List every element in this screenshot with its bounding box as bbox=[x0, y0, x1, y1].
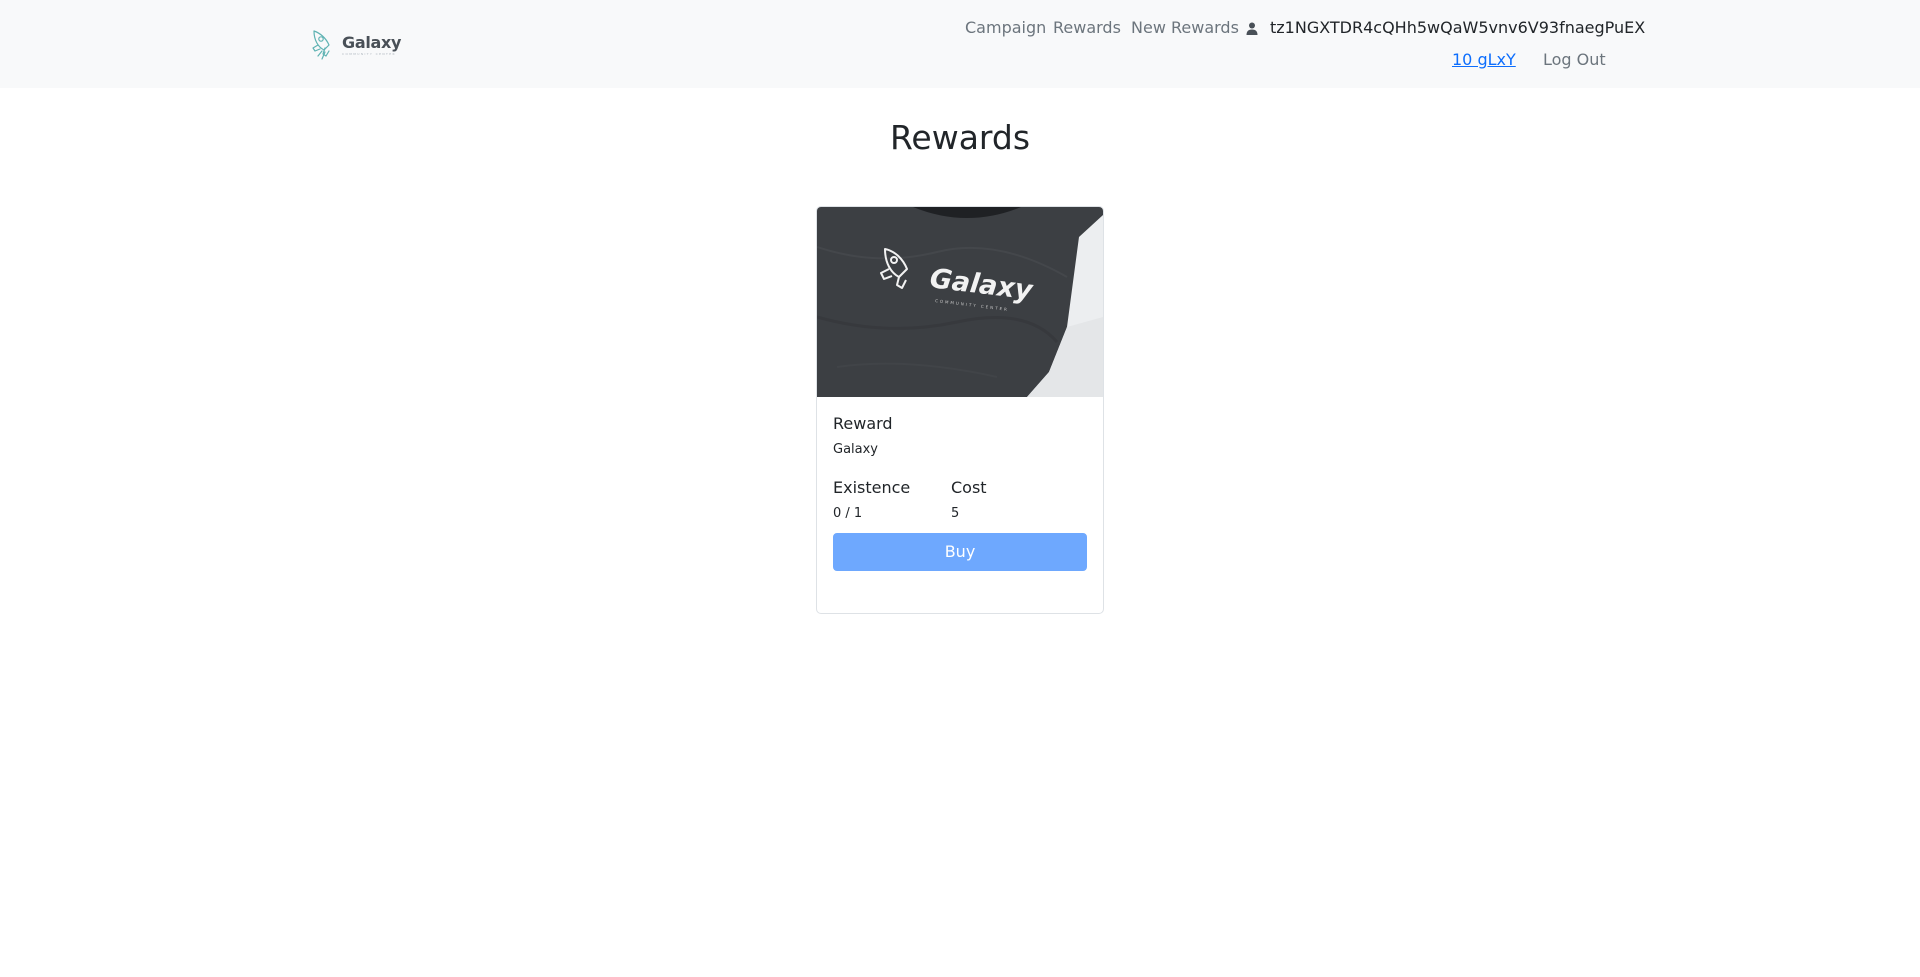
cost-value: 5 bbox=[951, 506, 960, 521]
cost-label: Cost bbox=[951, 478, 987, 497]
logout-link[interactable]: Log Out bbox=[1543, 49, 1606, 71]
account-nav: 10 gLxY Log Out bbox=[0, 49, 1920, 71]
reward-title: Reward bbox=[833, 414, 893, 433]
nav-link-rewards[interactable]: Rewards bbox=[1053, 17, 1121, 39]
reward-card: Galaxy COMMUNITY CENTER Reward Galaxy Ex… bbox=[816, 206, 1104, 614]
reward-image: Galaxy COMMUNITY CENTER bbox=[817, 207, 1103, 397]
user-account[interactable]: tz1NGXTDR4cQHh5wQaW5vnv6V93fnaegPuEX bbox=[1246, 17, 1645, 39]
balance-link[interactable]: 10 gLxY bbox=[1452, 49, 1516, 71]
nav-link-campaign[interactable]: Campaign bbox=[965, 17, 1046, 39]
reward-stats: Existence 0 / 1 Cost 5 bbox=[833, 477, 1087, 523]
reward-subtitle: Galaxy bbox=[833, 442, 879, 457]
reward-card-body: Reward Galaxy Existence 0 / 1 Cost 5 Buy bbox=[833, 413, 1087, 571]
main-nav: Campaign Rewards New Rewards tz1NGXTDR4c… bbox=[0, 17, 1920, 39]
nav-link-new-rewards[interactable]: New Rewards bbox=[1131, 17, 1239, 39]
wallet-address: tz1NGXTDR4cQHh5wQaW5vnv6V93fnaegPuEX bbox=[1270, 18, 1646, 37]
page-title: Rewards bbox=[889, 118, 1031, 157]
existence-stat: Existence 0 / 1 bbox=[833, 477, 951, 523]
buy-button[interactable]: Buy bbox=[833, 533, 1087, 571]
existence-label: Existence bbox=[833, 478, 911, 497]
navbar: Galaxy COMMUNITY CENTER Campaign Rewards… bbox=[0, 0, 1920, 88]
cost-stat: Cost 5 bbox=[951, 477, 1069, 523]
user-icon bbox=[1246, 22, 1258, 35]
existence-value: 0 / 1 bbox=[833, 506, 863, 521]
